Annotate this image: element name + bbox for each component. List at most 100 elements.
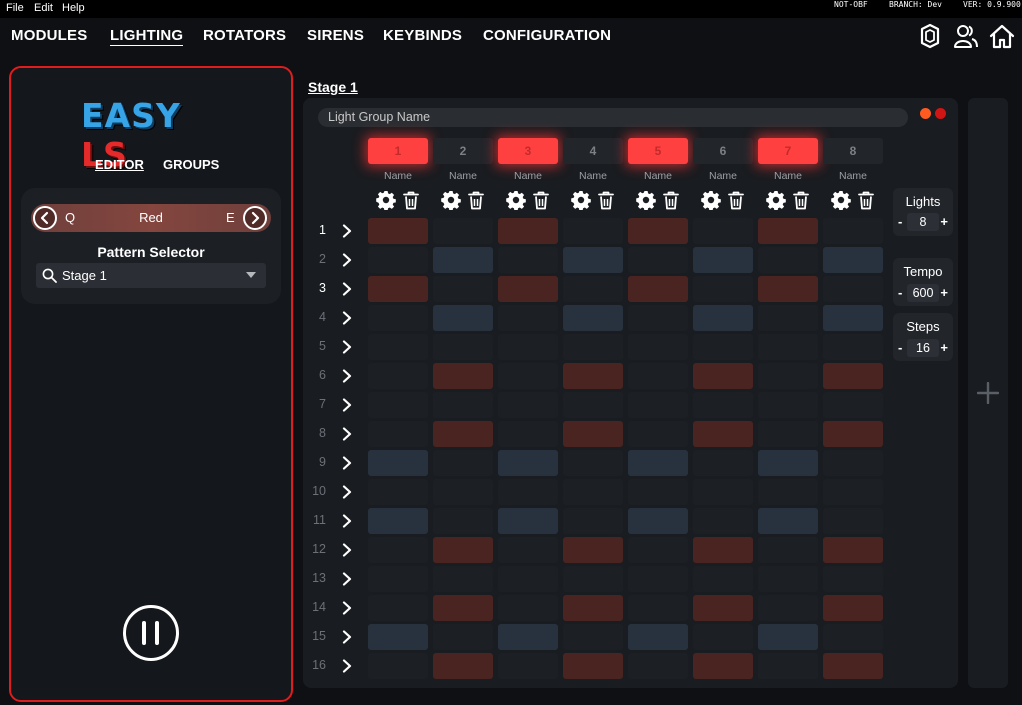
pattern-cell[interactable]	[823, 334, 883, 360]
pattern-cell[interactable]	[823, 595, 883, 621]
pattern-cell[interactable]	[368, 537, 428, 563]
pattern-cell[interactable]	[758, 276, 818, 302]
pattern-cell[interactable]	[498, 276, 558, 302]
chevron-right-icon[interactable]	[342, 514, 352, 528]
light-toggle-1[interactable]: 1	[368, 138, 428, 164]
pattern-cell[interactable]	[628, 218, 688, 244]
trash-icon[interactable]	[596, 190, 616, 210]
pattern-cell[interactable]	[693, 537, 753, 563]
pattern-cell[interactable]	[433, 421, 493, 447]
lights-decrease-button[interactable]: -	[898, 214, 902, 229]
tab-modules[interactable]: MODULES	[11, 27, 87, 44]
shield-icon[interactable]	[917, 23, 943, 49]
pattern-select[interactable]: Stage 1	[36, 263, 266, 288]
pattern-cell[interactable]	[368, 624, 428, 650]
trash-icon[interactable]	[661, 190, 681, 210]
light-name-7[interactable]: Name	[758, 170, 818, 182]
pattern-cell[interactable]	[433, 537, 493, 563]
chevron-right-icon[interactable]	[342, 456, 352, 470]
subtab-editor[interactable]: EDITOR	[95, 157, 144, 172]
steps-decrease-button[interactable]: -	[898, 340, 902, 355]
tab-configuration[interactable]: CONFIGURATION	[483, 27, 611, 44]
pattern-cell[interactable]	[433, 363, 493, 389]
pattern-cell[interactable]	[368, 334, 428, 360]
subtab-groups[interactable]: GROUPS	[163, 157, 219, 172]
gear-icon[interactable]	[506, 190, 526, 211]
gear-icon[interactable]	[766, 190, 786, 211]
tab-rotators[interactable]: ROTATORS	[203, 27, 286, 44]
add-group-panel[interactable]	[968, 98, 1008, 688]
menu-help[interactable]: Help	[62, 2, 85, 14]
pattern-cell[interactable]	[368, 305, 428, 331]
pattern-cell[interactable]	[628, 421, 688, 447]
pattern-cell[interactable]	[693, 218, 753, 244]
chevron-right-icon[interactable]	[342, 369, 352, 383]
pattern-cell[interactable]	[758, 305, 818, 331]
pattern-cell[interactable]	[693, 363, 753, 389]
pattern-cell[interactable]	[693, 305, 753, 331]
pattern-cell[interactable]	[628, 247, 688, 273]
pattern-cell[interactable]	[498, 421, 558, 447]
pattern-cell[interactable]	[563, 392, 623, 418]
pattern-cell[interactable]	[498, 595, 558, 621]
prev-color-button[interactable]	[33, 206, 57, 230]
trash-icon[interactable]	[466, 190, 486, 210]
pattern-cell[interactable]	[433, 653, 493, 679]
pattern-cell[interactable]	[823, 566, 883, 592]
chevron-right-icon[interactable]	[342, 485, 352, 499]
lights-increase-button[interactable]: +	[940, 214, 948, 229]
gear-icon[interactable]	[636, 190, 656, 211]
gear-icon[interactable]	[701, 190, 721, 211]
light-toggle-2[interactable]: 2	[433, 138, 493, 164]
pattern-cell[interactable]	[433, 305, 493, 331]
tab-sirens[interactable]: SIRENS	[307, 27, 364, 44]
pattern-cell[interactable]	[563, 566, 623, 592]
pattern-cell[interactable]	[368, 392, 428, 418]
next-color-button[interactable]	[243, 206, 267, 230]
pattern-cell[interactable]	[498, 218, 558, 244]
pattern-cell[interactable]	[628, 508, 688, 534]
pattern-cell[interactable]	[758, 421, 818, 447]
pattern-cell[interactable]	[823, 537, 883, 563]
pattern-cell[interactable]	[693, 247, 753, 273]
pattern-cell[interactable]	[628, 334, 688, 360]
lights-value[interactable]: 8	[907, 213, 939, 231]
chevron-right-icon[interactable]	[342, 282, 352, 296]
pattern-cell[interactable]	[628, 392, 688, 418]
pattern-cell[interactable]	[368, 247, 428, 273]
pattern-cell[interactable]	[823, 276, 883, 302]
light-name-5[interactable]: Name	[628, 170, 688, 182]
menu-edit[interactable]: Edit	[34, 2, 53, 14]
chevron-right-icon[interactable]	[342, 253, 352, 267]
tab-keybinds[interactable]: KEYBINDS	[383, 27, 462, 44]
pattern-cell[interactable]	[498, 305, 558, 331]
pattern-cell[interactable]	[693, 595, 753, 621]
light-name-4[interactable]: Name	[563, 170, 623, 182]
gear-icon[interactable]	[441, 190, 461, 211]
pattern-cell[interactable]	[628, 305, 688, 331]
pattern-cell[interactable]	[563, 450, 623, 476]
trash-icon[interactable]	[531, 190, 551, 210]
pattern-cell[interactable]	[758, 247, 818, 273]
pattern-cell[interactable]	[498, 450, 558, 476]
pattern-cell[interactable]	[823, 305, 883, 331]
pattern-cell[interactable]	[823, 479, 883, 505]
pattern-cell[interactable]	[758, 363, 818, 389]
light-toggle-4[interactable]: 4	[563, 138, 623, 164]
pattern-cell[interactable]	[433, 276, 493, 302]
pattern-cell[interactable]	[563, 247, 623, 273]
pattern-cell[interactable]	[433, 334, 493, 360]
light-name-6[interactable]: Name	[693, 170, 753, 182]
chevron-right-icon[interactable]	[342, 601, 352, 615]
pattern-cell[interactable]	[433, 595, 493, 621]
pattern-cell[interactable]	[758, 653, 818, 679]
pattern-cell[interactable]	[433, 392, 493, 418]
tempo-value[interactable]: 600	[907, 284, 939, 302]
pattern-cell[interactable]	[628, 363, 688, 389]
pause-button[interactable]	[123, 605, 179, 661]
pattern-cell[interactable]	[563, 595, 623, 621]
chevron-right-icon[interactable]	[342, 427, 352, 441]
pattern-cell[interactable]	[433, 508, 493, 534]
light-toggle-5[interactable]: 5	[628, 138, 688, 164]
chevron-right-icon[interactable]	[342, 543, 352, 557]
